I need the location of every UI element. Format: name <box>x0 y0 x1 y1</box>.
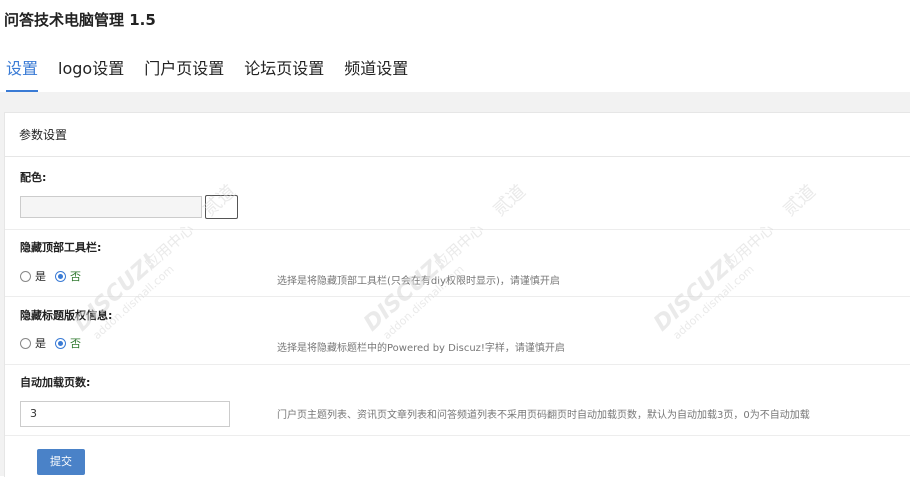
tab-channel-settings[interactable]: 频道设置 <box>344 52 408 90</box>
radio-no-label: 否 <box>70 270 81 283</box>
hide-toolbar-tip: 选择是将隐藏顶部工具栏(只会在有diy权限时显示)，请谨慎开启 <box>277 276 560 287</box>
tab-portal-settings[interactable]: 门户页设置 <box>144 52 224 90</box>
divider <box>5 435 910 436</box>
divider <box>5 364 910 365</box>
radio-yes-label: 是 <box>35 270 46 283</box>
radio-no-icon[interactable] <box>55 337 66 349</box>
radio-yes-icon[interactable] <box>20 270 31 282</box>
tab-forum-settings[interactable]: 论坛页设置 <box>244 52 324 90</box>
tab-logo-settings[interactable]: logo设置 <box>58 52 124 90</box>
tab-bar: 设置 logo设置 门户页设置 论坛页设置 频道设置 <box>0 52 910 92</box>
divider <box>5 229 910 230</box>
app-title: 问答技术电脑管理 1.5 <box>4 11 156 29</box>
radio-yes-label: 是 <box>35 337 46 350</box>
radio-no-label: 否 <box>70 337 81 350</box>
panel-title: 参数设置 <box>19 128 68 142</box>
radio-yes-icon[interactable] <box>20 337 31 349</box>
hide-toolbar-label: 隐藏顶部工具栏: <box>20 241 102 254</box>
auto-load-label: 自动加载页数: <box>20 376 91 389</box>
settings-panel: 参数设置 配色: 隐藏顶部工具栏: 是 否 选择是将隐藏顶部工具栏(只会在有di… <box>4 112 910 477</box>
divider <box>5 296 910 297</box>
hide-toolbar-radio-group: 是 否 <box>20 268 90 284</box>
hide-copyright-no[interactable]: 否 <box>55 335 81 351</box>
submit-button[interactable]: 提交 <box>37 449 85 475</box>
color-label: 配色: <box>20 171 47 184</box>
panel-header: 参数设置 <box>5 113 910 157</box>
auto-load-tip: 门户页主题列表、资讯页文章列表和问答频道列表不采用页码翻页时自动加载页数，默认为… <box>277 410 810 421</box>
hide-copyright-label: 隐藏标题版权信息: <box>20 309 113 322</box>
hide-copyright-yes[interactable]: 是 <box>20 335 46 351</box>
tab-settings[interactable]: 设置 <box>6 52 39 92</box>
hide-copyright-tip: 选择是将隐藏标题栏中的Powered by Discuz!字样，请谨慎开启 <box>277 343 565 354</box>
auto-load-input[interactable]: 3 <box>20 401 230 427</box>
radio-no-icon[interactable] <box>55 270 66 282</box>
color-input[interactable] <box>20 196 202 218</box>
hide-toolbar-no[interactable]: 否 <box>55 268 81 284</box>
color-picker-button[interactable] <box>205 195 238 219</box>
hide-toolbar-yes[interactable]: 是 <box>20 268 46 284</box>
hide-copyright-radio-group: 是 否 <box>20 335 90 351</box>
